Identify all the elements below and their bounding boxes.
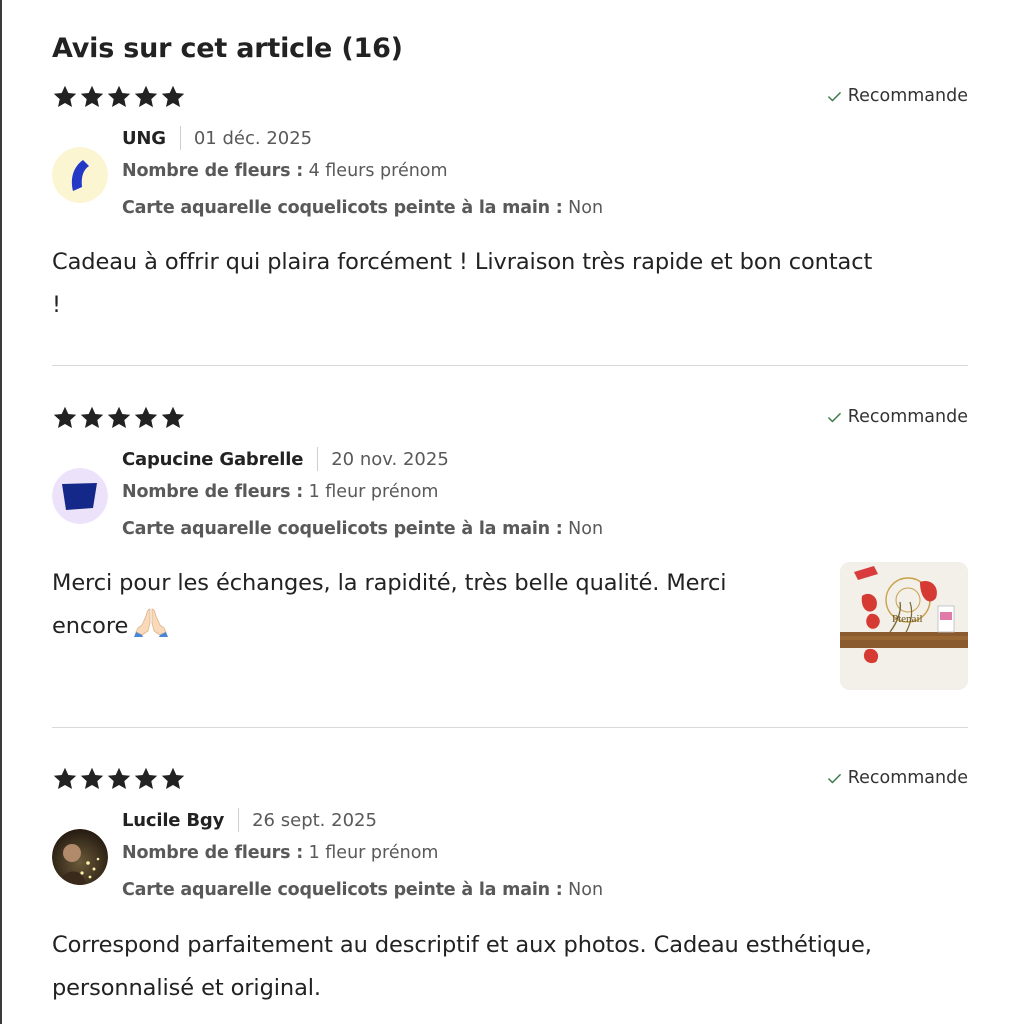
variation-label: Carte aquarelle coquelicots peinte à la … — [122, 880, 563, 900]
avatar[interactable] — [52, 147, 108, 203]
variation-value: Non — [568, 198, 604, 218]
review-text-line: Cadeau à offrir qui plaira forcément ! L… — [52, 249, 873, 275]
review-author-name[interactable]: Capucine Gabrelle — [122, 449, 303, 470]
star-icon — [106, 766, 132, 792]
review-text: Merci pour les échanges, la rapidité, tr… — [52, 562, 727, 648]
variation-row: Nombre de fleurs : 4 fleurs prénom — [122, 161, 448, 181]
review-text: Cadeau à offrir qui plaira forcément ! L… — [52, 241, 872, 327]
star-icon — [133, 405, 159, 431]
review-text-line: Merci pour les échanges, la rapidité, tr… — [52, 570, 727, 596]
variation-label: Nombre de fleurs : — [122, 843, 303, 863]
recommend-badge: Recommande — [827, 86, 968, 106]
review-text-line: personnalisé et original. — [52, 975, 321, 1001]
check-icon — [827, 89, 842, 104]
review-text: Correspond parfaitement au descriptif et… — [52, 924, 872, 1010]
check-icon — [827, 410, 842, 425]
avatar-blue-crescent-icon — [52, 147, 108, 203]
review-text-line: Correspond parfaitement au descriptif et… — [52, 932, 872, 958]
review-author-line: Capucine Gabrelle 20 nov. 2025 — [122, 447, 449, 471]
variation-value: Non — [568, 519, 604, 539]
star-icon — [160, 84, 186, 110]
star-rating — [52, 405, 186, 431]
star-icon — [160, 766, 186, 792]
svg-text:Ptenail: Ptenail — [892, 613, 923, 625]
reviews-heading: Avis sur cet article (16) — [52, 33, 403, 64]
recommend-label: Recommande — [847, 86, 968, 106]
recommend-badge: Recommande — [827, 407, 968, 427]
star-icon — [79, 766, 105, 792]
star-icon — [133, 84, 159, 110]
avatar-photo — [52, 829, 108, 885]
recommend-label: Recommande — [847, 407, 968, 427]
variation-row: Nombre de fleurs : 1 fleur prénom — [122, 843, 438, 863]
review-date: 01 déc. 2025 — [193, 127, 313, 149]
meta-separator — [317, 447, 319, 471]
variation-value: 4 fleurs prénom — [308, 161, 448, 181]
review-date: 20 nov. 2025 — [331, 448, 449, 470]
star-icon — [52, 84, 78, 110]
star-rating — [52, 766, 186, 792]
review-divider — [52, 727, 968, 728]
review-date: 26 sept. 2025 — [252, 809, 377, 831]
star-icon — [79, 405, 105, 431]
review-photo-image: Ptenail — [840, 562, 968, 690]
star-rating — [52, 84, 186, 110]
variation-row: Carte aquarelle coquelicots peinte à la … — [122, 519, 603, 539]
star-icon — [133, 766, 159, 792]
avatar[interactable] — [52, 829, 108, 885]
variation-value: 1 fleur prénom — [308, 843, 439, 863]
star-icon — [160, 405, 186, 431]
window-left-edge — [0, 0, 2, 1024]
variation-row: Carte aquarelle coquelicots peinte à la … — [122, 198, 603, 218]
variation-row: Nombre de fleurs : 1 fleur prénom — [122, 482, 438, 502]
review-divider — [52, 365, 968, 366]
variation-label: Carte aquarelle coquelicots peinte à la … — [122, 519, 563, 539]
meta-separator — [238, 808, 240, 832]
review-photo-thumbnail[interactable]: Ptenail — [840, 562, 968, 690]
review-text-line: ! — [52, 292, 61, 318]
variation-value: Non — [568, 880, 604, 900]
recommend-badge: Recommande — [827, 768, 968, 788]
variation-label: Carte aquarelle coquelicots peinte à la … — [122, 198, 563, 218]
review-author-line: Lucile Bgy 26 sept. 2025 — [122, 808, 377, 832]
variation-value: 1 fleur prénom — [308, 482, 439, 502]
variation-label: Nombre de fleurs : — [122, 161, 303, 181]
star-icon — [52, 766, 78, 792]
praying-hands-emoji — [134, 608, 169, 637]
variation-row: Carte aquarelle coquelicots peinte à la … — [122, 880, 603, 900]
variation-label: Nombre de fleurs : — [122, 482, 303, 502]
review-author-name[interactable]: Lucile Bgy — [122, 810, 224, 831]
recommend-label: Recommande — [847, 768, 968, 788]
review-text-line: encore — [52, 613, 129, 639]
review-author-name[interactable]: UNG — [122, 128, 166, 149]
avatar-navy-shape-icon — [52, 468, 108, 524]
meta-separator — [179, 126, 181, 150]
star-icon — [79, 84, 105, 110]
star-icon — [106, 84, 132, 110]
check-icon — [827, 771, 842, 786]
star-icon — [106, 405, 132, 431]
star-icon — [52, 405, 78, 431]
avatar[interactable] — [52, 468, 108, 524]
review-author-line: UNG 01 déc. 2025 — [122, 126, 312, 150]
